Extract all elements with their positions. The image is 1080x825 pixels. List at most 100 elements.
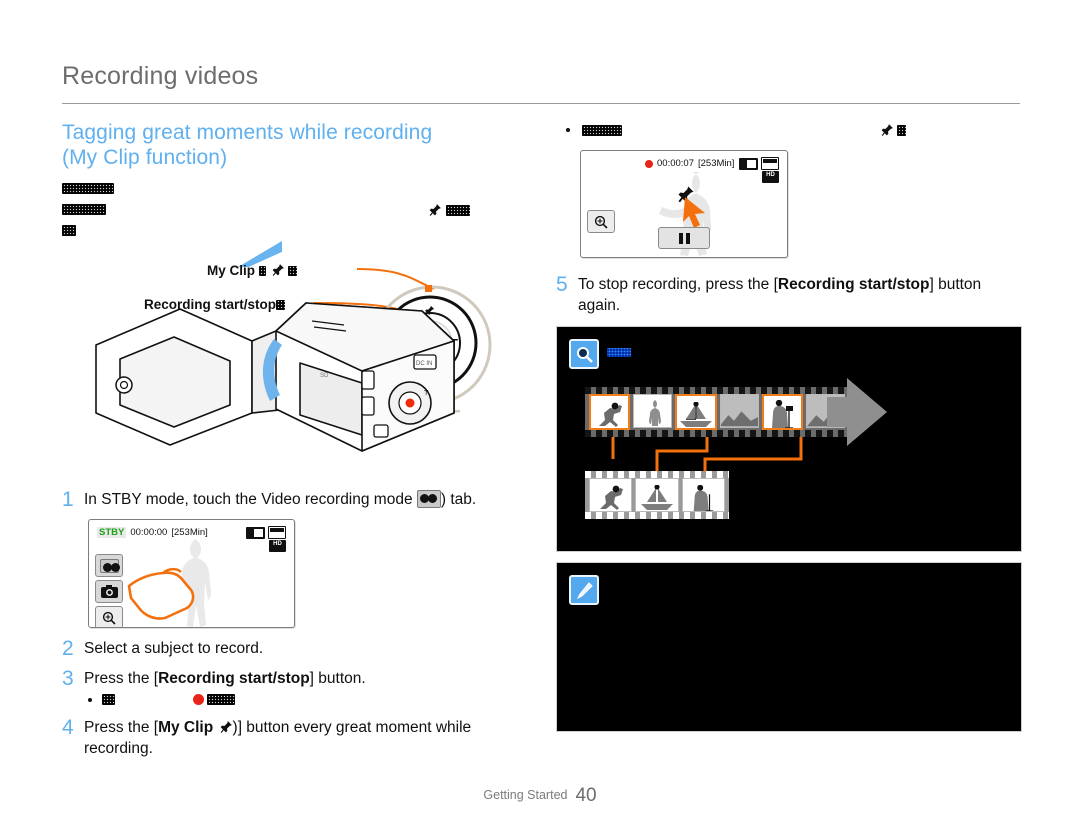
right-column: 00:00:07 [253Min] HD 5 To stop recording… — [556, 120, 1022, 732]
my-clip-marker-icon — [687, 394, 705, 396]
step-3-number: 3 — [62, 667, 74, 690]
section-title-line2: (My Clip function) — [62, 146, 228, 169]
hd-quality-icon: HD — [762, 171, 779, 183]
stby-side-buttons — [95, 554, 123, 627]
page-number: 40 — [575, 785, 597, 806]
thumb-photographer — [772, 400, 794, 428]
step-5-bold: Recording start/stop — [777, 276, 930, 293]
page-title: Recording videos — [62, 62, 259, 90]
filmstrip-frame — [761, 394, 803, 430]
step-2-text: Select a subject to record. — [84, 640, 264, 657]
filmstrip-top — [585, 387, 849, 437]
step-5-text: To stop recording, press the [Recording … — [578, 274, 1022, 316]
step-3-sub-bullet — [84, 694, 532, 705]
thumb-skier — [599, 485, 623, 510]
manual-page: Recording videos Tagging great moments w… — [0, 0, 1080, 825]
right-top-note — [556, 120, 1022, 140]
magnifier-info-icon — [569, 339, 599, 369]
filmstrip-frame — [719, 394, 759, 428]
zoom-magnifier-icon[interactable] — [587, 210, 615, 233]
filmstrip-frame — [681, 478, 725, 512]
my-clip-marker-icon — [601, 394, 619, 396]
section-title-line1: Tagging great moments while recording — [62, 121, 433, 144]
step-2-number: 2 — [62, 637, 74, 660]
filmstrip-top-wrapper — [585, 378, 887, 446]
step-4: 4 Press the [My Clip )] button every gre… — [62, 717, 532, 759]
info-box-heading — [607, 343, 631, 361]
step-3-text-after: ] button. — [309, 670, 366, 687]
step-5-number: 5 — [556, 273, 568, 296]
filmstrip-frame — [635, 478, 679, 512]
note-box — [556, 562, 1022, 732]
tap-cursor-icon — [683, 197, 705, 228]
my-clip-pin-icon — [881, 123, 893, 136]
filmstrip-frame — [675, 394, 717, 430]
camcorder-drawing: W T — [95, 268, 492, 452]
intro-paragraph — [62, 182, 532, 238]
filmstrip-frame — [589, 394, 631, 430]
page-footer: Getting Started 40 — [0, 785, 1080, 807]
pause-icon — [678, 232, 683, 244]
record-dot-icon — [193, 694, 204, 705]
intro-line-1 — [62, 182, 532, 196]
thumb-photographer — [694, 485, 714, 511]
info-box-my-clip — [556, 326, 1022, 552]
my-clip-pin-icon — [429, 204, 441, 216]
step-4-text-before: Press the [ — [84, 719, 159, 736]
screen-recording-mockup: 00:00:07 [253Min] HD — [580, 150, 788, 258]
step-3-text: Press the [Recording start/stop] button. — [84, 668, 532, 705]
battery-icon — [739, 157, 758, 170]
thumb-sailboat — [640, 485, 673, 510]
my-clip-marker-icon — [773, 394, 791, 396]
stby-badge: STBY — [97, 527, 127, 538]
left-column: Tagging great moments while recording (M… — [62, 120, 532, 768]
photo-capture-mode-icon[interactable] — [95, 580, 123, 603]
zoom-magnifier-icon[interactable] — [95, 606, 123, 627]
filmstrip-bottom — [585, 471, 729, 519]
thumb-person — [648, 400, 661, 426]
timeline-arrow-tail — [827, 397, 849, 427]
step-4-text: Press the [My Clip )] button every great… — [84, 717, 532, 759]
hd-quality-icon: HD — [269, 540, 286, 552]
pause-button[interactable] — [658, 227, 710, 249]
memory-card-icon — [761, 157, 779, 170]
filmstrip-frame — [589, 478, 633, 512]
footer-label: Getting Started — [483, 788, 568, 802]
step-2: 2 Select a subject to record. — [62, 638, 532, 659]
recording-osd-bar: 00:00:07 [253Min] — [581, 157, 787, 170]
pointing-hand-icon — [127, 567, 195, 620]
step-3-bold: Recording start/stop — [158, 670, 310, 687]
filmstrip-frame — [633, 394, 673, 428]
thumb-sailboat — [679, 402, 712, 427]
camcorder-illustration: My Clip Recording start/stop T DC IN SD — [62, 241, 532, 495]
svg-text:SD: SD — [320, 373, 329, 379]
step-5: 5 To stop recording, press the [Recordin… — [556, 274, 1022, 316]
recording-status-icons — [739, 157, 779, 170]
step-4-number: 4 — [62, 716, 74, 739]
memory-card-icon — [268, 526, 286, 539]
thumb-skier — [598, 402, 622, 427]
record-dot-icon — [645, 159, 653, 168]
step-4-bold: My Clip — [158, 719, 214, 736]
stby-status-icons — [246, 526, 286, 539]
recording-remaining: [253Min] — [697, 158, 735, 169]
thumb-landscape — [720, 411, 758, 427]
intro-line-2 — [62, 203, 532, 217]
recording-timecode: 00:00:07 — [657, 158, 694, 169]
bullet-dot — [88, 697, 92, 702]
timeline-arrow-icon — [847, 378, 887, 446]
video-recording-mode-icon — [416, 490, 441, 508]
step-3: 3 Press the [Recording start/stop] butto… — [62, 668, 532, 705]
step-3-text-before: Press the [ — [84, 670, 159, 687]
video-record-mode-icon[interactable] — [95, 554, 123, 577]
section-title: Tagging great moments while recording (M… — [62, 120, 532, 170]
filmstrip-diagram — [585, 378, 887, 519]
svg-text:DC IN: DC IN — [416, 361, 432, 367]
svg-text:T: T — [424, 390, 429, 397]
my-clip-pin-icon — [220, 721, 232, 733]
screen-stby-mockup: STBY 00:00:00 [253Min] HD — [88, 519, 295, 628]
page-header: Recording videos — [62, 62, 1020, 91]
battery-icon — [246, 526, 265, 539]
intro-line-3 — [62, 224, 532, 238]
note-pencil-icon — [569, 575, 599, 605]
